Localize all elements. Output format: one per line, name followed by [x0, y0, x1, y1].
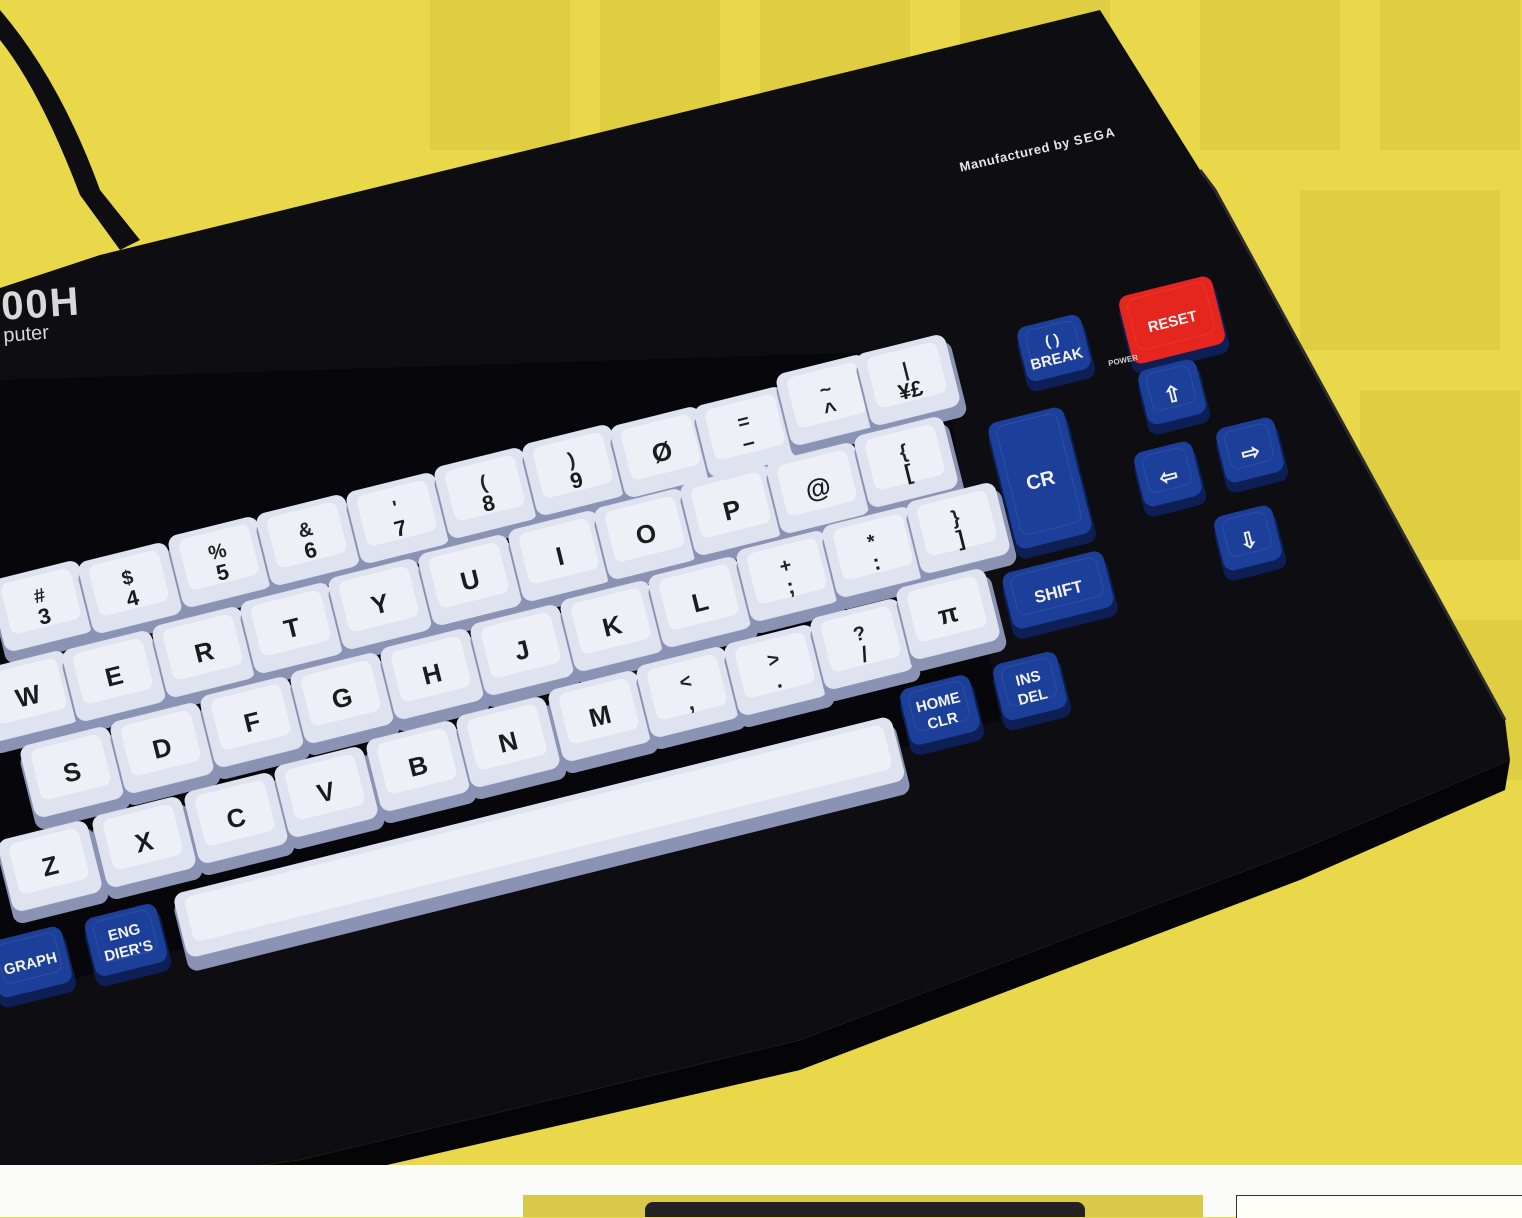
photo-scene: #3 $4% 5 & 6 ' 7(8) 9 Ø = – ~ ^ | ¥£ W E R T Y U I O P @{[S D F G H J… — [0, 0, 1522, 1218]
thumbnail-keyboard — [645, 1202, 1085, 1217]
brand-logo: 00H puter — [0, 279, 83, 346]
caption-box — [1236, 1195, 1522, 1218]
model-name: 00H — [0, 279, 83, 329]
keyboard-computer: #3$4%5&6'7(8)9Ø=–~^|¥£WERTYUIOP@{[SDFGHJ… — [0, 10, 1510, 1217]
